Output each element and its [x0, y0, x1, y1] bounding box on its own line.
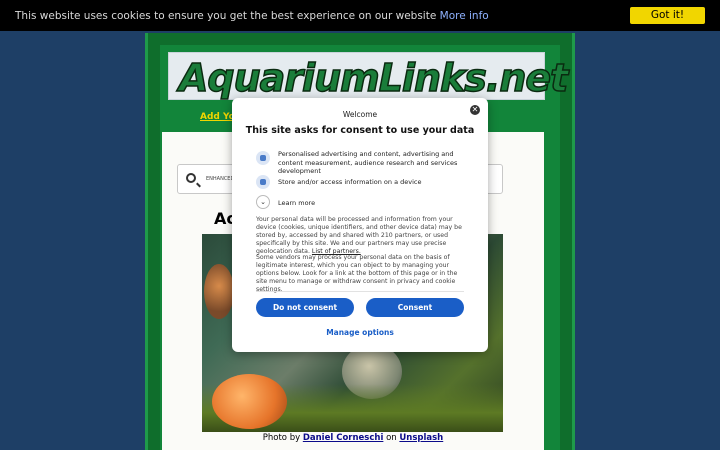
manage-options-button[interactable]: Manage options [232, 328, 488, 337]
device-icon [256, 175, 270, 189]
consent-paragraph-1: Your personal data will be processed and… [256, 216, 464, 256]
more-info-link[interactable]: More info [440, 10, 489, 22]
consent-dialog: ✕ Welcome This site asks for consent to … [232, 98, 488, 352]
do-not-consent-button[interactable]: Do not consent [256, 298, 354, 317]
person-icon [256, 151, 270, 165]
got-it-button[interactable]: Got it! [630, 7, 705, 24]
consent-paragraph-2: Some vendors may process your personal d… [256, 254, 458, 293]
learn-more-toggle[interactable]: Learn more [278, 199, 315, 208]
dialog-title: This site asks for consent to use your d… [245, 125, 475, 136]
purpose-storage: Store and/or access information on a dev… [278, 178, 422, 186]
cookie-message: This website uses cookies to ensure you … [15, 10, 705, 22]
purpose-advertising: Personalised advertising and content, ad… [278, 150, 458, 175]
consent-button[interactable]: Consent [366, 298, 464, 317]
cookie-message-text: This website uses cookies to ensure you … [15, 9, 437, 22]
chevron-down-icon[interactable]: ⌄ [256, 195, 270, 209]
cookie-bar: This website uses cookies to ensure you … [0, 0, 720, 31]
dialog-welcome: Welcome [342, 110, 378, 119]
dialog-divider [256, 291, 464, 292]
